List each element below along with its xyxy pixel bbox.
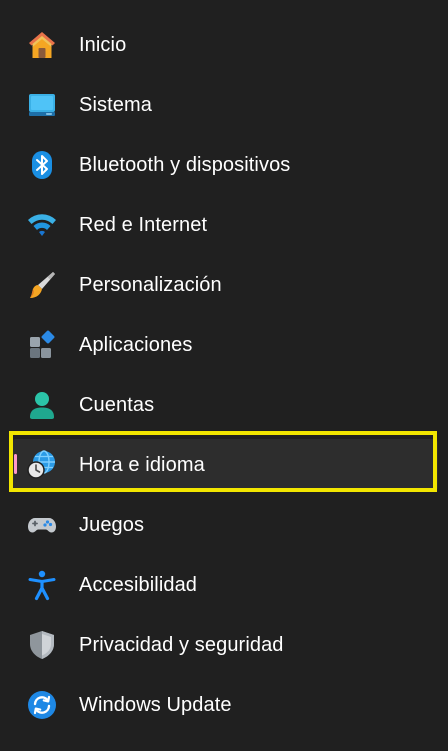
- sidebar-item-label: Sistema: [79, 94, 152, 116]
- sidebar-item-red-internet[interactable]: Red e Internet: [0, 195, 448, 255]
- shield-icon: [26, 629, 58, 661]
- system-monitor-icon: [26, 89, 58, 121]
- sidebar-item-accesibilidad[interactable]: Accesibilidad: [0, 555, 448, 615]
- bluetooth-icon: [26, 149, 58, 181]
- sidebar-item-sistema[interactable]: Sistema: [0, 75, 448, 135]
- sidebar-item-label: Accesibilidad: [79, 574, 198, 596]
- selection-indicator: [14, 454, 17, 474]
- sidebar-item-label: Privacidad y seguridad: [79, 634, 284, 656]
- sidebar-item-personalizacion[interactable]: Personalización: [0, 255, 448, 315]
- sidebar-item-label: Cuentas: [79, 394, 155, 416]
- gamepad-icon: [26, 509, 58, 541]
- paintbrush-icon: [26, 269, 58, 301]
- time-language-icon: [26, 449, 58, 481]
- home-icon: [26, 29, 58, 61]
- sidebar-item-windows-update[interactable]: Windows Update: [0, 675, 448, 735]
- settings-sidebar-nav: Inicio Sistema Bluetooth y dispositivos: [0, 15, 448, 735]
- apps-icon: [26, 329, 58, 361]
- sidebar-item-label: Hora e idioma: [79, 454, 205, 476]
- sidebar-item-label: Windows Update: [79, 694, 232, 716]
- windows-update-icon: [26, 689, 58, 721]
- sidebar-item-hora-idioma[interactable]: Hora e idioma: [0, 435, 448, 495]
- selected-item-background: [12, 439, 438, 491]
- sidebar-item-label: Inicio: [79, 34, 127, 56]
- sidebar-item-label: Personalización: [79, 274, 222, 296]
- sidebar-item-label: Aplicaciones: [79, 334, 193, 356]
- sidebar-item-aplicaciones[interactable]: Aplicaciones: [0, 315, 448, 375]
- sidebar-item-label: Bluetooth y dispositivos: [79, 154, 291, 176]
- wifi-icon: [26, 209, 58, 241]
- sidebar-item-label: Juegos: [79, 514, 145, 536]
- sidebar-item-privacidad[interactable]: Privacidad y seguridad: [0, 615, 448, 675]
- sidebar-item-juegos[interactable]: Juegos: [0, 495, 448, 555]
- sidebar-item-label: Red e Internet: [79, 214, 208, 236]
- sidebar-item-inicio[interactable]: Inicio: [0, 15, 448, 75]
- sidebar-item-bluetooth[interactable]: Bluetooth y dispositivos: [0, 135, 448, 195]
- sidebar-item-cuentas[interactable]: Cuentas: [0, 375, 448, 435]
- accessibility-icon: [26, 569, 58, 601]
- account-icon: [26, 389, 58, 421]
